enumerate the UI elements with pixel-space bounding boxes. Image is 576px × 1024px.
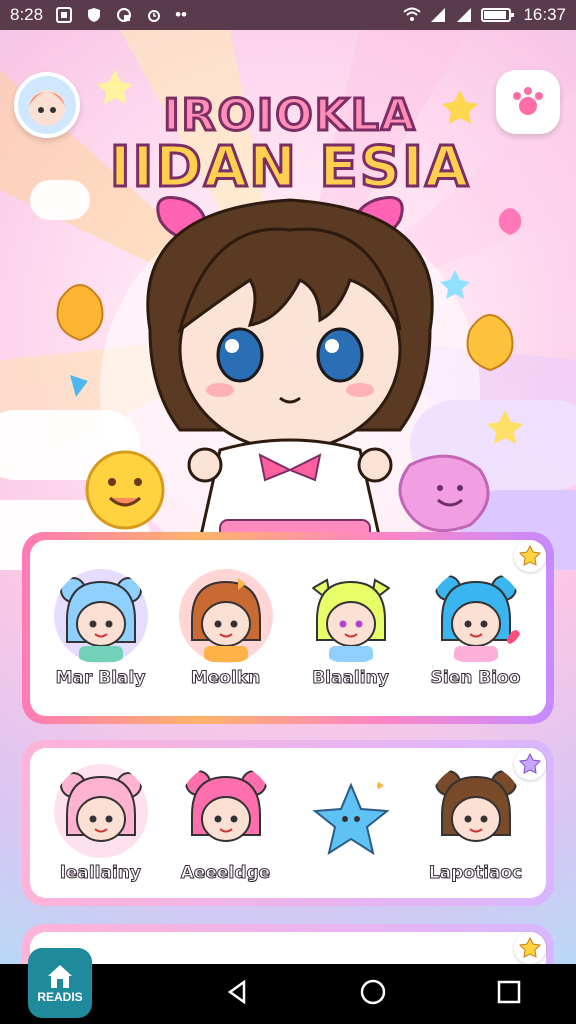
character-card[interactable] xyxy=(292,773,410,873)
signal-icon xyxy=(429,6,447,24)
profile-avatar-button[interactable] xyxy=(14,72,80,138)
app-home-button[interactable]: READIS xyxy=(28,948,92,1018)
character-list-1: Mar Blaly Meolkn Blaaliny Sien Bioo xyxy=(30,540,546,716)
status-time-left: 8:28 xyxy=(10,5,44,24)
avatar-icon xyxy=(29,90,65,126)
character-list-2: leallainy Aeeeldge Lapotiaoc xyxy=(30,748,546,898)
character-name: Blaaliny xyxy=(312,668,390,689)
character-portrait xyxy=(53,764,148,858)
paw-icon xyxy=(513,87,543,115)
character-name: Mar Blaly xyxy=(55,668,146,689)
character-card[interactable]: Mar Blaly xyxy=(42,568,160,689)
recents-button[interactable] xyxy=(496,979,522,1010)
favorite-star-button[interactable] xyxy=(514,932,546,964)
app-home-label: READIS xyxy=(37,990,83,1004)
favorite-star-button[interactable] xyxy=(514,540,546,572)
recents-icon xyxy=(497,980,520,1003)
character-card[interactable]: leallainy xyxy=(42,763,160,884)
notification-icon xyxy=(115,6,133,24)
favorite-star-button[interactable] xyxy=(514,748,546,780)
star-icon xyxy=(519,753,541,774)
home-circle-icon xyxy=(360,979,385,1004)
logo-line-1: IROIOKLA xyxy=(162,89,417,143)
status-time-right: 16:37 xyxy=(523,5,566,24)
character-portrait xyxy=(310,578,391,662)
status-bar: 8:28 •• 16:37 xyxy=(0,0,576,30)
character-name: leallainy xyxy=(60,863,142,884)
star-character-portrait xyxy=(311,778,390,856)
status-more: •• xyxy=(175,5,187,24)
hero-character xyxy=(146,196,434,560)
house-icon xyxy=(48,965,72,988)
character-name: Aeeeldge xyxy=(180,863,271,884)
paw-button[interactable] xyxy=(496,70,560,134)
shield-icon xyxy=(85,6,103,24)
character-portrait xyxy=(434,770,517,842)
signal-icon-2 xyxy=(455,6,473,24)
star-icon xyxy=(519,545,541,566)
character-panel-1: Mar Blaly Meolkn Blaaliny Sien Bioo xyxy=(22,532,554,724)
character-name: Sien Bioo xyxy=(430,668,521,689)
character-card[interactable]: Meolkn xyxy=(167,568,285,689)
battery-icon xyxy=(481,6,515,24)
gallery-icon xyxy=(55,6,73,24)
character-name: Meolkn xyxy=(190,668,261,689)
wifi-icon xyxy=(403,6,422,24)
character-card[interactable]: Aeeeldge xyxy=(167,763,285,884)
character-name: Lapotiaoc xyxy=(428,863,523,884)
character-portrait xyxy=(53,569,148,663)
home-button[interactable] xyxy=(359,978,387,1011)
character-card[interactable]: Blaaliny xyxy=(292,568,410,689)
character-portrait xyxy=(434,575,520,662)
back-button[interactable] xyxy=(224,979,250,1010)
back-icon xyxy=(227,979,245,1004)
character-portrait xyxy=(178,569,273,663)
character-card[interactable]: Sien Bioo xyxy=(417,568,535,689)
star-icon xyxy=(519,937,541,958)
character-card[interactable]: Lapotiaoc xyxy=(417,763,535,884)
alarm-icon xyxy=(145,6,163,24)
character-portrait xyxy=(184,770,267,842)
character-panel-2: leallainy Aeeeldge Lapotiaoc xyxy=(22,740,554,906)
